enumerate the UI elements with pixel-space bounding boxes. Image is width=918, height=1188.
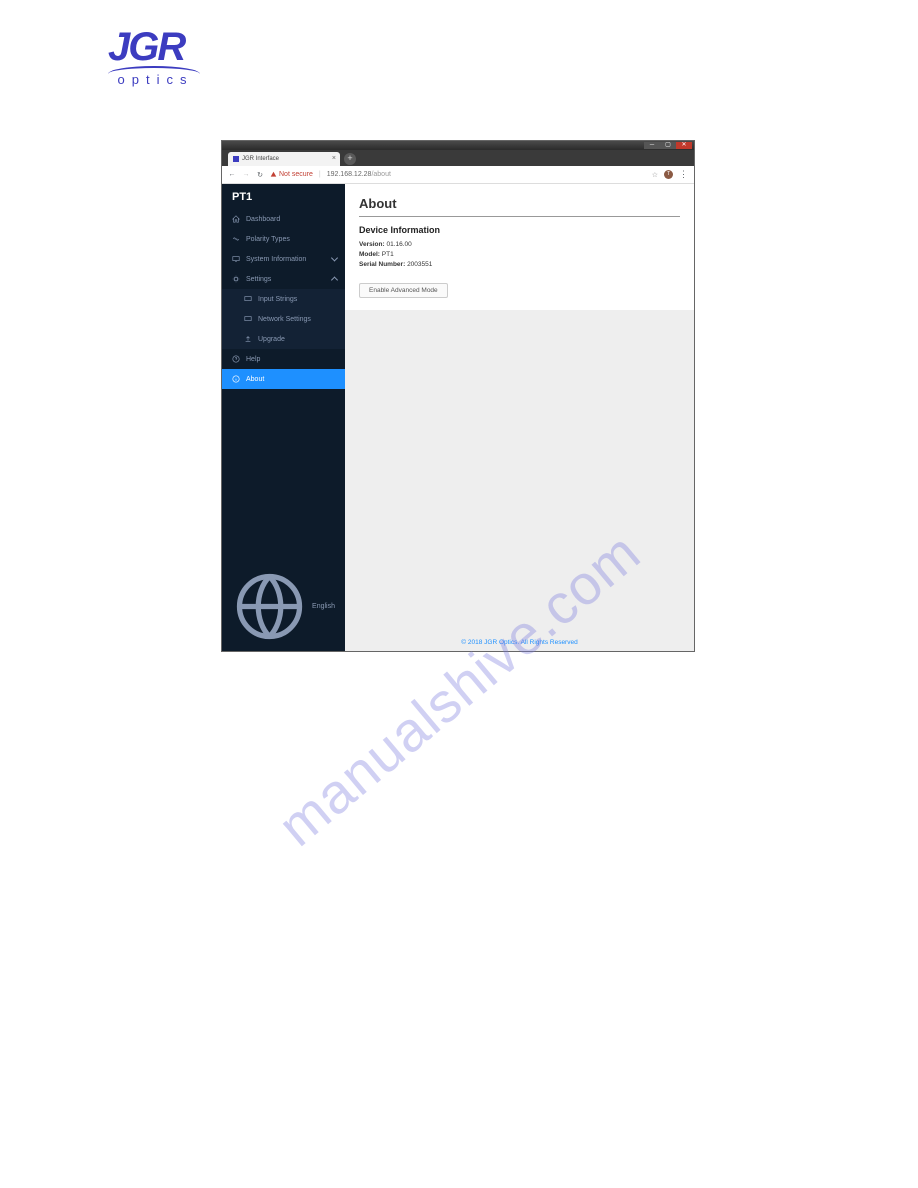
url-field[interactable]: 192.168.12.28/about <box>327 171 646 178</box>
serial-row: Serial Number: 2003551 <box>359 260 680 270</box>
sidebar-spacer <box>222 389 345 562</box>
content-area: About Device Information Version: 01.16.… <box>345 184 694 310</box>
upload-icon <box>244 335 252 343</box>
window-maximize-button[interactable]: ▢ <box>660 142 676 149</box>
browser-tabstrip: JGR Interface × + <box>222 150 694 166</box>
sidebar-item-input-strings[interactable]: Input Strings <box>222 289 345 309</box>
security-warning[interactable]: Not secure <box>270 171 313 178</box>
enable-advanced-mode-button[interactable]: Enable Advanced Mode <box>359 283 448 298</box>
sidebar-label: Polarity Types <box>246 236 290 243</box>
sidebar-item-upgrade[interactable]: Upgrade <box>222 329 345 349</box>
bookmark-star-icon[interactable]: ☆ <box>652 171 658 179</box>
reload-button[interactable]: ↻ <box>256 171 264 179</box>
monitor-icon <box>232 255 240 263</box>
url-host: 192.168.12.28 <box>327 171 372 178</box>
main-panel: About Device Information Version: 01.16.… <box>345 184 694 651</box>
sidebar-label: Help <box>246 356 260 363</box>
version-label: Version: <box>359 241 385 248</box>
model-value: PT1 <box>382 251 394 258</box>
version-row: Version: 01.16.00 <box>359 240 680 250</box>
section-heading: Device Information <box>359 225 680 235</box>
browser-toolbar: ← → ↻ Not secure | 192.168.12.28/about ☆… <box>222 166 694 184</box>
back-button[interactable]: ← <box>228 171 236 178</box>
browser-window: ─ ▢ ✕ JGR Interface × + ← → ↻ Not secure… <box>221 140 695 652</box>
footer-copyright: © 2018 JGR Optics. All Rights Reserved <box>345 634 694 651</box>
url-path: /about <box>371 171 390 178</box>
page-heading: About <box>359 196 680 217</box>
content-empty-area <box>345 310 694 634</box>
screen-icon <box>244 315 252 323</box>
serial-label: Serial Number: <box>359 261 405 268</box>
tab-close-icon[interactable]: × <box>332 155 336 162</box>
language-label: English <box>312 603 335 610</box>
tab-favicon <box>233 156 239 162</box>
sidebar-item-settings[interactable]: Settings <box>222 269 345 289</box>
language-selector[interactable]: English <box>222 562 345 651</box>
sidebar-item-help[interactable]: Help <box>222 349 345 369</box>
sidebar-label: Settings <box>246 276 271 283</box>
sidebar-label: Dashboard <box>246 216 280 223</box>
globe-icon <box>232 569 307 644</box>
model-label: Model: <box>359 251 380 258</box>
sidebar-item-network-settings[interactable]: Network Settings <box>222 309 345 329</box>
browser-menu-icon[interactable]: ⋮ <box>679 169 688 180</box>
browser-tab[interactable]: JGR Interface × <box>228 152 340 166</box>
profile-avatar[interactable]: T <box>664 170 673 179</box>
sidebar-item-polarity[interactable]: Polarity Types <box>222 229 345 249</box>
security-label: Not secure <box>279 171 313 178</box>
new-tab-button[interactable]: + <box>344 153 356 165</box>
sidebar-item-about[interactable]: About <box>222 369 345 389</box>
serial-value: 2003551 <box>407 261 432 268</box>
window-close-button[interactable]: ✕ <box>676 142 692 149</box>
tab-title: JGR Interface <box>242 156 279 162</box>
window-titlebar: ─ ▢ ✕ <box>222 141 694 150</box>
logo-text: JGR <box>108 30 203 64</box>
window-minimize-button[interactable]: ─ <box>644 142 660 149</box>
sidebar-label: About <box>246 376 264 383</box>
gear-icon <box>232 275 240 283</box>
version-value: 01.16.00 <box>386 241 411 248</box>
info-icon <box>232 375 240 383</box>
screen-icon <box>244 295 252 303</box>
help-icon <box>232 355 240 363</box>
logo-subtext: optics <box>108 72 203 87</box>
sidebar-label: Upgrade <box>258 336 285 343</box>
url-separator: | <box>319 171 321 178</box>
sidebar-label: System Information <box>246 256 306 263</box>
model-row: Model: PT1 <box>359 250 680 260</box>
sidebar-item-dashboard[interactable]: Dashboard <box>222 209 345 229</box>
sidebar-settings-submenu: Input Strings Network Settings Upgrade <box>222 289 345 349</box>
sidebar-label: Network Settings <box>258 316 311 323</box>
forward-button[interactable]: → <box>242 171 250 178</box>
home-icon <box>232 215 240 223</box>
link-icon <box>232 235 240 243</box>
sidebar: PT1 Dashboard Polarity Types System Info… <box>222 184 345 651</box>
sidebar-label: Input Strings <box>258 296 297 303</box>
app-body: PT1 Dashboard Polarity Types System Info… <box>222 184 694 651</box>
sidebar-item-system-information[interactable]: System Information <box>222 249 345 269</box>
warning-triangle-icon <box>270 171 277 178</box>
sidebar-title: PT1 <box>222 184 345 209</box>
jgr-logo: JGR optics <box>108 30 203 87</box>
